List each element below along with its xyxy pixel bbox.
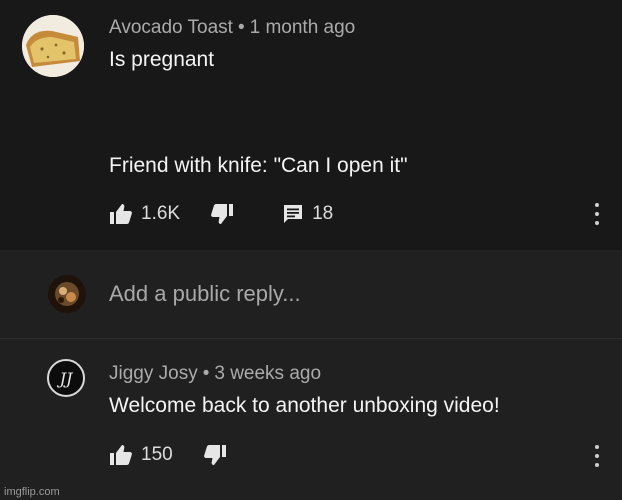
comment-actions: 150 (109, 441, 257, 469)
like-button[interactable]: 150 (109, 444, 173, 466)
avatar-monogram: JJ (59, 368, 73, 388)
comment-meta: Jiggy Josy • 3 weeks ago (109, 363, 321, 385)
comment-meta: Avocado Toast • 1 month ago (109, 17, 355, 39)
timestamp[interactable]: 1 month ago (250, 17, 356, 38)
more-options-icon[interactable] (594, 203, 600, 225)
top-comment: Avocado Toast • 1 month ago Is pregnant Fr… (0, 0, 622, 250)
comment-actions: 1.6K 18 (109, 200, 363, 228)
like-button[interactable]: 1.6K (109, 203, 180, 225)
dislike-button[interactable] (210, 203, 234, 225)
author-name[interactable]: Jiggy Josy (109, 363, 198, 384)
comment-text-line-2: Friend with knife: "Can I open it" (109, 154, 408, 177)
comment-text: Welcome back to another unboxing video! (109, 394, 500, 417)
watermark: imgflip.com (4, 486, 60, 498)
thumbs-down-icon (203, 444, 227, 466)
thumbs-up-icon (109, 444, 133, 466)
like-count: 150 (141, 444, 173, 465)
thumbs-up-icon (109, 203, 133, 225)
timestamp[interactable]: 3 weeks ago (214, 363, 321, 384)
user-avatar-icon (48, 275, 86, 313)
avatar[interactable] (22, 15, 84, 77)
separator-dot: • (202, 363, 210, 384)
reply-comment: JJ Jiggy Josy • 3 weeks ago Welcome back t… (0, 339, 622, 500)
author-name[interactable]: Avocado Toast (109, 17, 233, 38)
thumbs-down-icon (210, 203, 234, 225)
separator-dot: • (237, 17, 245, 38)
avatar[interactable] (48, 275, 86, 313)
reply-count-button[interactable]: 18 (282, 203, 333, 225)
reply-input[interactable]: Add a public reply... (109, 281, 301, 307)
more-options-icon[interactable] (594, 445, 600, 467)
avatar[interactable]: JJ (47, 359, 85, 397)
banana-bread-avatar-icon (22, 15, 84, 77)
like-count: 1.6K (141, 203, 181, 224)
comment-thread: Avocado Toast • 1 month ago Is pregnant Fr… (0, 0, 622, 500)
comment-text-line-1: Is pregnant (109, 48, 215, 71)
dislike-button[interactable] (203, 444, 227, 466)
comment-icon (282, 203, 304, 225)
reply-count: 18 (312, 203, 334, 224)
reply-input-bar: Add a public reply... (0, 250, 622, 339)
